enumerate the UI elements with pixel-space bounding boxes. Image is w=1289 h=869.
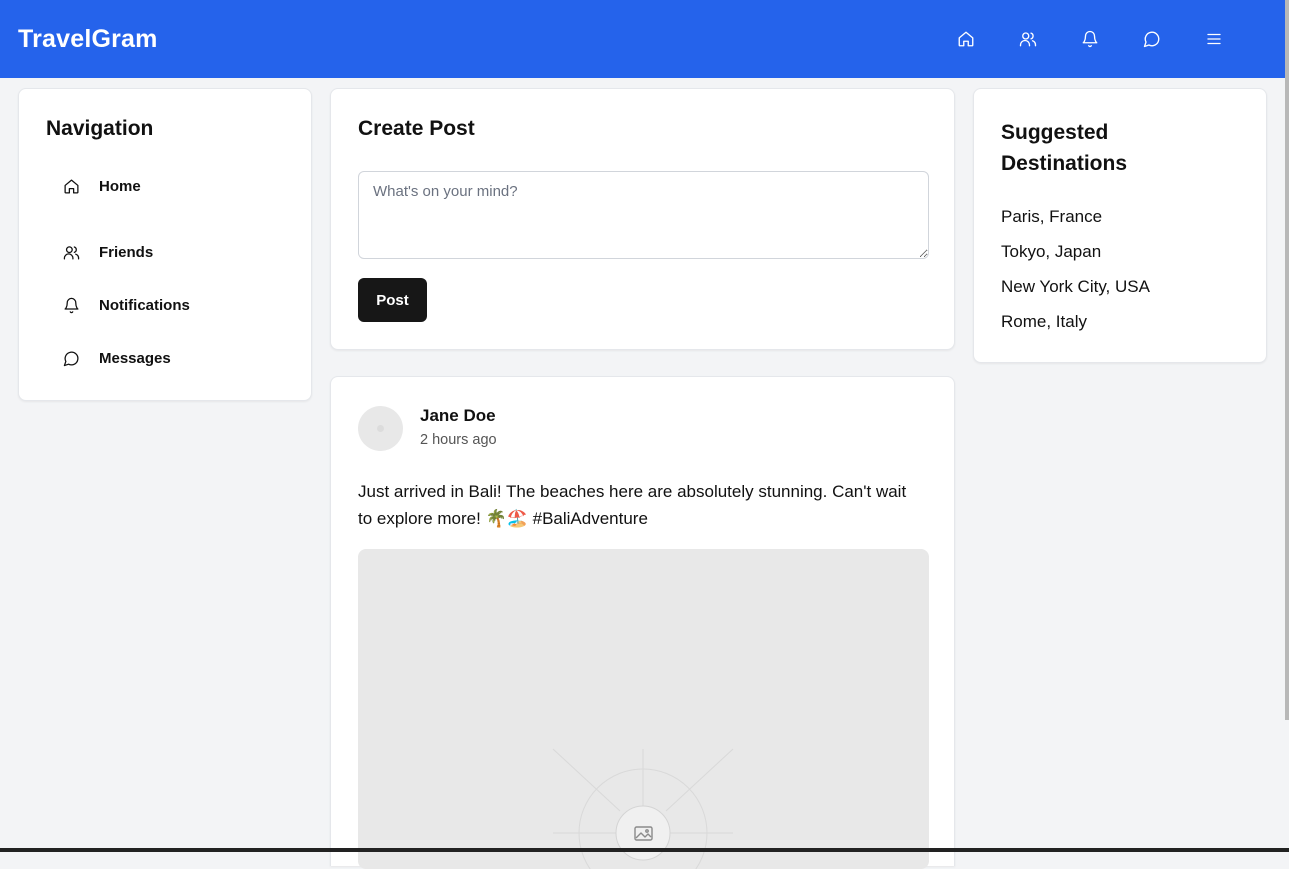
home-icon — [957, 30, 975, 48]
bell-icon — [63, 297, 80, 314]
post-header: Jane Doe 2 hours ago — [358, 405, 927, 451]
destination-item[interactable]: Tokyo, Japan — [1001, 241, 1239, 276]
brand-logo[interactable]: TravelGram — [18, 25, 158, 54]
window-bottom-edge — [0, 848, 1289, 852]
sidebar-item-label: Notifications — [99, 297, 190, 314]
top-messages-button[interactable] — [1121, 19, 1183, 59]
friends-icon — [1019, 30, 1037, 48]
author-meta: Jane Doe 2 hours ago — [420, 405, 497, 448]
post-text: Just arrived in Bali! The beaches here a… — [358, 478, 923, 532]
navigation-panel: Navigation Home Friends Notifications Me… — [18, 88, 312, 401]
bell-icon — [1081, 30, 1099, 48]
sidebar-item-messages[interactable]: Messages — [46, 332, 284, 385]
top-menu-button[interactable] — [1183, 19, 1245, 59]
top-friends-button[interactable] — [997, 19, 1059, 59]
post-timestamp: 2 hours ago — [420, 432, 497, 448]
menu-icon — [1205, 30, 1223, 48]
create-post-title: Create Post — [358, 117, 927, 141]
sidebar-item-home[interactable]: Home — [46, 173, 284, 199]
top-notifications-button[interactable] — [1059, 19, 1121, 59]
post-image[interactable] — [358, 549, 929, 869]
image-placeholder-graphic — [358, 549, 929, 869]
avatar[interactable] — [358, 406, 403, 451]
navigation-title: Navigation — [46, 117, 284, 141]
top-bar: TravelGram — [0, 0, 1285, 78]
friends-icon — [63, 244, 80, 261]
post-input[interactable] — [358, 171, 929, 259]
navigation-list: Home Friends Notifications Messages — [46, 173, 284, 385]
create-post-panel: Create Post Post — [330, 88, 955, 350]
post-button[interactable]: Post — [358, 278, 427, 322]
destination-item[interactable]: Paris, France — [1001, 206, 1239, 241]
destination-item[interactable]: New York City, USA — [1001, 276, 1239, 311]
feed-post: Jane Doe 2 hours ago Just arrived in Bal… — [330, 376, 955, 866]
home-icon — [63, 178, 80, 195]
author-name[interactable]: Jane Doe — [420, 405, 497, 427]
destinations-list: Paris, France Tokyo, Japan New York City… — [1001, 206, 1239, 346]
message-icon — [1143, 30, 1161, 48]
message-icon — [63, 350, 80, 367]
sidebar-item-label: Messages — [99, 350, 171, 367]
top-home-button[interactable] — [935, 19, 997, 59]
top-nav — [935, 19, 1245, 59]
sidebar-item-label: Friends — [99, 244, 153, 261]
suggested-destinations-panel: Suggested Destinations Paris, France Tok… — [973, 88, 1267, 363]
destinations-title: Suggested Destinations — [1001, 117, 1239, 179]
destination-item[interactable]: Rome, Italy — [1001, 311, 1239, 346]
scrollbar[interactable] — [1285, 0, 1289, 720]
sidebar-item-friends[interactable]: Friends — [46, 226, 284, 279]
sidebar-item-label: Home — [99, 178, 141, 195]
sidebar-item-notifications[interactable]: Notifications — [46, 279, 284, 332]
